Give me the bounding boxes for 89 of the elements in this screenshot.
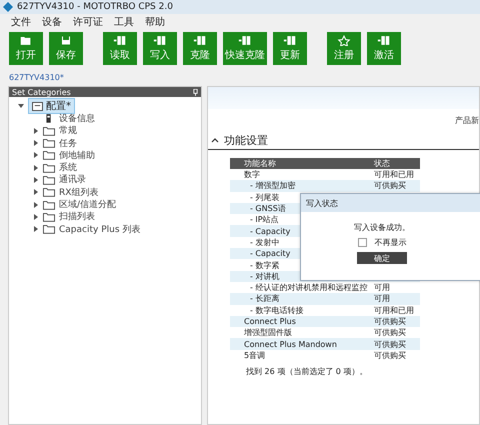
tree-root-item[interactable]: 配置* [28, 98, 75, 114]
table-cell-text: 可供购买 [373, 350, 406, 361]
folder-icon [43, 174, 55, 185]
tree-item[interactable]: 区域/信道分配 [59, 198, 116, 212]
column-header: 状态 [373, 158, 390, 169]
table-cell-text: 可供购买 [373, 327, 406, 338]
table-cell: - 增强型加密 [250, 181, 296, 190]
menu-item[interactable]: 文件 [11, 15, 31, 29]
table-cell: - GNSS语 [250, 204, 286, 214]
window-icon [32, 102, 43, 111]
toolbar-button[interactable]: 写入 [143, 32, 177, 65]
ok-button[interactable]: 确定 [357, 252, 407, 264]
menu-item[interactable]: 工具 [114, 15, 134, 29]
folder-icon [43, 126, 55, 136]
tree-item[interactable]: RX组列表 [59, 186, 98, 199]
table-cell-text: 可用 [373, 282, 390, 294]
table-cell: Connect Plus Mandown [244, 340, 337, 349]
tree-item[interactable]: 任务 [59, 136, 77, 150]
window-title: 627TYV4310 - MOTOTRBO CPS 2.0 [17, 2, 173, 12]
menu-item[interactable]: 设备 [42, 15, 62, 29]
checkbox-label: 不再显示 [374, 237, 406, 248]
table-cell: - Capacity [250, 249, 290, 258]
toolbar-button[interactable]: 快速克隆 [223, 32, 267, 65]
tree-item[interactable]: 系统 [59, 161, 77, 174]
column-header: 功能名称 [244, 159, 276, 168]
header-text: 产品新 [455, 114, 479, 126]
expand-arrow-icon[interactable] [33, 164, 39, 171]
dialog-message: 写入设备成功。 [354, 222, 410, 233]
tree-item[interactable]: 常规 [59, 124, 77, 138]
expand-arrow-icon[interactable] [33, 189, 39, 196]
expand-arrow-icon[interactable] [33, 140, 39, 146]
table-cell: - 数字紧 [250, 260, 280, 270]
folder-icon [43, 200, 55, 210]
expand-arrow-icon[interactable] [33, 152, 39, 158]
folder-icon [43, 224, 55, 234]
tree-item[interactable]: Capacity Plus 列表 [59, 222, 140, 236]
menu-item[interactable]: 帮助 [145, 15, 165, 29]
folder-icon [43, 138, 55, 148]
table-cell-text: 可供购买 [373, 316, 406, 327]
toolbar-button[interactable]: 保存 [49, 32, 83, 65]
folder-icon [43, 212, 55, 222]
star-icon [337, 35, 351, 46]
toolbar-button[interactable]: 读取 [103, 32, 137, 65]
checkbox[interactable] [358, 238, 366, 247]
tree-item[interactable]: 设备信息 [59, 112, 95, 125]
folder-icon [19, 35, 33, 46]
expand-arrow-icon[interactable] [33, 226, 39, 232]
expand-arrow-icon[interactable] [33, 214, 39, 220]
table-cell: 数字 [244, 170, 260, 180]
table-cell: - 列尾装 [250, 192, 280, 202]
table-cell-text: 可用 [373, 293, 390, 304]
toolbar-button[interactable]: 克隆 [183, 32, 217, 65]
dialog-title: 写入状态 [306, 198, 338, 208]
table-cell: - Capacity [250, 226, 290, 236]
menu-item[interactable]: 许可证 [73, 15, 103, 29]
expand-arrow-icon[interactable] [33, 202, 39, 208]
toolbar-button[interactable]: 打开 [9, 32, 43, 65]
tree-item[interactable]: 倒地辅助 [59, 148, 95, 162]
table-cell-text: 可用和已用 [373, 169, 414, 180]
toolbar-button[interactable]: 注册 [327, 32, 361, 65]
folder-icon [43, 162, 55, 173]
tree-item[interactable]: 通讯录 [59, 173, 86, 186]
document-tab-label[interactable]: 627TYV4310* [9, 73, 64, 82]
expand-arrow-icon[interactable] [33, 128, 39, 134]
pin-icon[interactable] [193, 88, 198, 96]
table-cell: Connect Plus [244, 317, 296, 326]
table-cell: 5音调 [244, 350, 266, 360]
table-cell-text: 可供购买 [373, 338, 406, 350]
expand-arrow-icon[interactable] [18, 103, 24, 110]
table-cell: - IP站点 [250, 215, 279, 224]
folder-icon [43, 187, 55, 198]
collapse-caret-icon[interactable] [211, 137, 219, 143]
toolbar-button[interactable]: 更新 [273, 32, 307, 65]
section-title: 功能设置 [224, 132, 268, 148]
tree-item[interactable]: 扫描列表 [59, 210, 95, 224]
table-cell: - 发射中 [250, 238, 280, 247]
panel-title: Set Categories [12, 88, 71, 96]
table-cell: - 数字电话转接 [250, 306, 304, 315]
toolbar-button[interactable]: 激活 [367, 32, 401, 65]
table-cell: - 经认证的对讲机禁用和远程监控 [250, 283, 368, 292]
folder-icon [43, 150, 55, 160]
table-cell-text: 可供购买 [373, 180, 406, 192]
table-cell: - 长距离 [250, 294, 280, 304]
app-icon [3, 2, 13, 12]
status-text: 找到 26 项（当前选定了 0 项）。 [246, 367, 368, 376]
table-cell-text: 可用和已用 [373, 304, 414, 316]
table-cell: - 对讲机 [250, 272, 280, 281]
expand-arrow-icon[interactable] [33, 176, 39, 183]
table-cell: 增强型固件版 [244, 328, 292, 338]
